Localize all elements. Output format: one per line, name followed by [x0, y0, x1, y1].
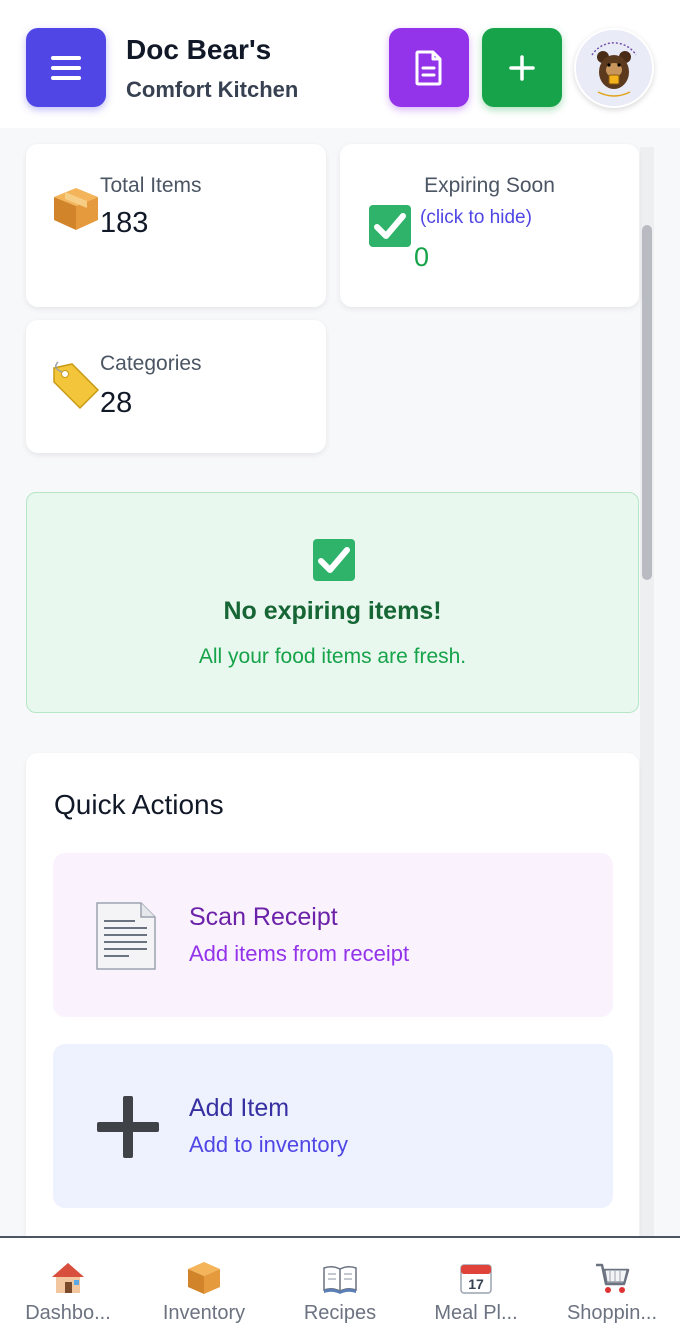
- bottom-nav: Dashbo... Inventory Recipes 17 Meal Pl..…: [0, 1236, 680, 1341]
- categories-label: Categories: [100, 352, 202, 375]
- notice-subtitle: All your food items are fresh.: [198, 645, 467, 668]
- plus-icon: [509, 54, 535, 81]
- scan-receipt-subtitle: Add items from receipt: [189, 941, 410, 966]
- calendar-icon: 17: [460, 1264, 492, 1294]
- hamburger-icon: [51, 55, 81, 80]
- nav-shopping-label: Shoppin...: [566, 1302, 658, 1324]
- check-mark-icon: [313, 539, 355, 581]
- profile-avatar[interactable]: [574, 28, 654, 108]
- tag-icon: [53, 361, 100, 410]
- app-header: Doc Bear's Comfort Kitchen: [0, 0, 680, 128]
- nav-meal-plan[interactable]: 17 Meal Pl...: [408, 1238, 544, 1341]
- nav-dashboard-label: Dashbo...: [25, 1302, 111, 1324]
- total-items-label: Total Items: [100, 174, 202, 197]
- nav-shopping[interactable]: Shoppin...: [544, 1238, 680, 1341]
- expiring-soon-card[interactable]: Expiring Soon (click to hide) 0: [340, 144, 639, 307]
- nav-recipes-label: Recipes: [303, 1302, 377, 1324]
- notice-title: No expiring items!: [223, 597, 442, 625]
- scan-receipt-button[interactable]: Scan Receipt Add items from receipt: [53, 853, 613, 1017]
- nav-dashboard[interactable]: Dashbo...: [0, 1238, 136, 1341]
- expiring-soon-value: 0: [414, 242, 430, 272]
- document-button[interactable]: [389, 28, 469, 107]
- quick-actions-panel: Quick Actions Scan Receipt Add items fro…: [26, 753, 639, 1253]
- document-icon: [415, 50, 442, 85]
- menu-button[interactable]: [26, 28, 106, 107]
- no-expiring-notice: No expiring items! All your food items a…: [26, 492, 639, 713]
- categories-value: 28: [100, 387, 133, 419]
- scan-receipt-title: Scan Receipt: [189, 903, 338, 931]
- app-title: Doc Bear's: [126, 34, 272, 65]
- expiring-hide-hint[interactable]: (click to hide): [420, 207, 532, 229]
- cart-icon: [596, 1263, 630, 1293]
- check-mark-icon: [369, 205, 411, 247]
- total-items-card[interactable]: Total Items 183: [26, 144, 326, 307]
- nav-recipes[interactable]: Recipes: [272, 1238, 408, 1341]
- nav-inventory-label: Inventory: [162, 1302, 246, 1324]
- calendar-day-number: 17: [468, 1276, 484, 1292]
- categories-card[interactable]: Categories 28: [26, 320, 326, 453]
- add-item-subtitle: Add to inventory: [189, 1132, 348, 1157]
- scrollbar-thumb[interactable]: [642, 225, 652, 580]
- nav-meal-plan-label: Meal Pl...: [434, 1302, 518, 1324]
- house-icon: [52, 1263, 84, 1293]
- book-icon: [323, 1265, 357, 1294]
- total-items-value: 183: [100, 207, 149, 239]
- package-icon: [188, 1262, 220, 1294]
- package-icon: [54, 188, 98, 230]
- receipt-icon: [96, 902, 156, 970]
- quick-actions-title: Quick Actions: [54, 789, 224, 820]
- nav-inventory[interactable]: Inventory: [136, 1238, 272, 1341]
- add-button[interactable]: [482, 28, 562, 107]
- expiring-soon-label: Expiring Soon: [424, 174, 555, 197]
- bear-logo-icon: [577, 31, 651, 105]
- add-item-button[interactable]: Add Item Add to inventory: [53, 1044, 613, 1208]
- app-subtitle: Comfort Kitchen: [126, 77, 299, 102]
- add-item-title: Add Item: [189, 1094, 290, 1122]
- plus-icon: [97, 1096, 159, 1158]
